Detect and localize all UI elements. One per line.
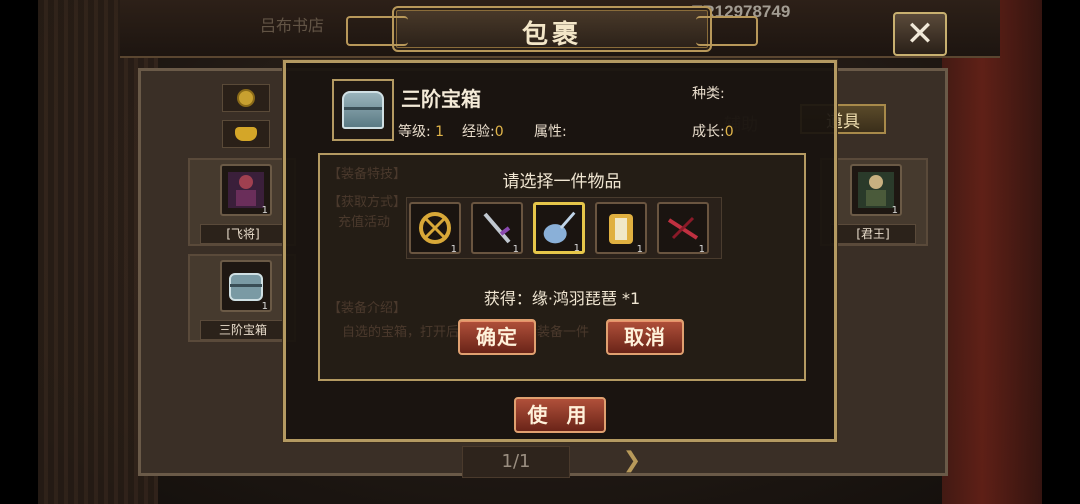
next-page-icon[interactable]: ❯ xyxy=(622,448,642,476)
background-wall-right xyxy=(942,0,1042,504)
title-plaque: 包裹 xyxy=(346,6,758,52)
item-attribute: 属性: xyxy=(534,124,567,140)
page-indicator: 1/1 xyxy=(462,446,570,478)
option-wheel[interactable]: 1 xyxy=(409,202,461,255)
chest-icon xyxy=(342,91,384,129)
item-type: 种类: xyxy=(692,86,725,102)
confirm-button[interactable]: 确定 xyxy=(458,319,536,355)
ghost-obtain-detail: 充值活动 xyxy=(338,215,391,230)
item-level: 等级: 1 xyxy=(398,124,445,140)
inventory-item-label: [君王] xyxy=(830,224,916,244)
coin-currency xyxy=(222,84,270,112)
use-button[interactable]: 使 用 xyxy=(514,397,606,433)
option-armor[interactable]: 1 xyxy=(595,202,647,255)
chooser-options: 1 1 1 1 1 xyxy=(406,197,722,259)
option-crossbow[interactable]: 1 xyxy=(657,202,709,255)
item-icon-frame xyxy=(332,79,394,141)
option-sword[interactable]: 1 xyxy=(471,202,523,255)
inventory-item-label: 三阶宝箱 xyxy=(200,320,286,340)
item-dialog: 三阶宝箱 等级: 1 经验:0 属性: 种类: 成长:0 【装备特技】 【获取方… xyxy=(283,60,837,442)
coin-icon xyxy=(237,89,255,107)
item-name: 三阶宝箱 xyxy=(401,87,481,111)
close-icon: ✕ xyxy=(905,14,935,54)
option-pipa[interactable]: 1 xyxy=(533,202,585,254)
ghost-obtain-way: 【获取方式】 xyxy=(328,195,407,210)
window-title: 包裹 xyxy=(521,20,582,50)
cancel-button[interactable]: 取消 xyxy=(606,319,684,355)
close-button[interactable]: ✕ xyxy=(893,12,947,56)
gold-ingot-icon xyxy=(235,127,257,141)
item-exp: 经验:0 xyxy=(462,124,504,140)
gold-currency xyxy=(222,120,270,148)
chooser-title: 请选择一件物品 xyxy=(502,172,622,192)
chooser-box: 【装备特技】 【获取方式】 充值活动 【装备介绍】 自选的宝箱，打开后自选获得三… xyxy=(318,153,806,381)
warrior-portrait-icon: 1 xyxy=(220,164,272,216)
chest-icon: 1 xyxy=(220,260,272,312)
obtain-text: 获得：缘·鸿羽琵琶 *1 xyxy=(483,289,641,308)
inventory-item[interactable]: 1 [飞将] xyxy=(188,158,296,246)
inventory-item[interactable]: 1 三阶宝箱 xyxy=(188,254,296,342)
king-portrait-icon: 1 xyxy=(850,164,902,216)
item-growth: 成长:0 xyxy=(692,124,734,140)
shop-sign: 吕布书店 xyxy=(260,16,325,35)
inventory-item-label: [飞将] xyxy=(200,224,286,244)
